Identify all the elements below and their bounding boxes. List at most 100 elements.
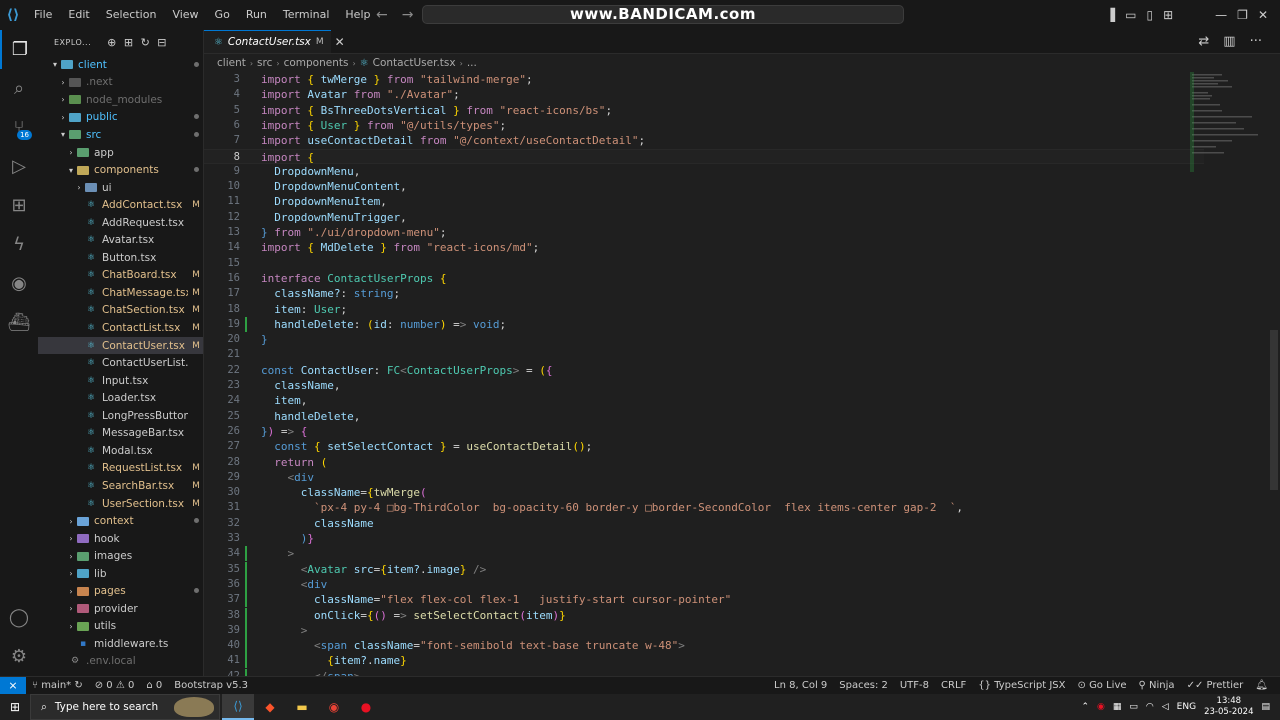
- code-line[interactable]: 27 const { setSelectContact } = useConta…: [204, 439, 1204, 454]
- vertical-scrollbar[interactable]: [1270, 330, 1278, 490]
- tree-file[interactable]: ⚛ Modal.tsx: [38, 442, 203, 460]
- menu-view[interactable]: View: [164, 0, 206, 30]
- code-line[interactable]: 26}) => {: [204, 424, 1204, 439]
- prettier-status[interactable]: ✓✓ Prettier: [1181, 680, 1250, 691]
- input-language[interactable]: ENG: [1177, 702, 1196, 712]
- explorer-icon[interactable]: ❐: [0, 30, 38, 69]
- tree-file[interactable]: ⚛ ContactList.tsx M: [38, 319, 203, 337]
- menu-terminal[interactable]: Terminal: [275, 0, 338, 30]
- tree-file[interactable]: ⚛ Avatar.tsx: [38, 232, 203, 250]
- ports-count[interactable]: ⌂ 0: [140, 680, 168, 691]
- run-debug-icon[interactable]: ▷: [0, 147, 38, 186]
- code-line[interactable]: 38 onClick={() => setSelectContact(item)…: [204, 607, 1204, 623]
- language-mode[interactable]: {} TypeScript JSX: [972, 680, 1071, 691]
- tree-file[interactable]: ▪ middleware.ts: [38, 635, 203, 653]
- open-changes-icon[interactable]: ⇄: [1198, 34, 1209, 49]
- breadcrumb-item[interactable]: client: [217, 57, 246, 69]
- chrome-taskbar-icon[interactable]: ◉: [318, 694, 350, 720]
- tree-folder[interactable]: ▾ src: [38, 126, 203, 144]
- tree-folder[interactable]: › ui: [38, 179, 203, 197]
- tree-file[interactable]: ⚛ UserSection.tsx M: [38, 495, 203, 513]
- tray-expand-icon[interactable]: ⌃: [1081, 702, 1089, 712]
- tree-folder[interactable]: ▾ client: [38, 56, 203, 74]
- menu-edit[interactable]: Edit: [60, 0, 97, 30]
- code-line[interactable]: 5 import { BsThreeDotsVertical } from "re…: [204, 103, 1204, 118]
- code-line[interactable]: 4 import Avatar from "./Avatar";: [204, 87, 1204, 102]
- tree-folder[interactable]: › node_modules: [38, 91, 203, 109]
- code-line[interactable]: 31 `px-4 py-4 □bg-ThirdColor bg-opacity-…: [204, 500, 1204, 515]
- more-actions-icon[interactable]: ···: [1250, 34, 1262, 49]
- minimize-icon[interactable]: —: [1215, 8, 1227, 22]
- code-line[interactable]: 39 >: [204, 622, 1204, 638]
- tree-file[interactable]: ⚛ AddContact.tsx M: [38, 196, 203, 214]
- back-arrow-icon[interactable]: ←: [376, 0, 388, 30]
- vscode-taskbar-icon[interactable]: ⟨⟩: [222, 694, 254, 720]
- code-line[interactable]: 29 <div: [204, 470, 1204, 485]
- tree-folder[interactable]: › app: [38, 144, 203, 162]
- volume-icon[interactable]: ◁: [1162, 702, 1169, 712]
- search-icon[interactable]: ⌕: [0, 69, 38, 108]
- code-line[interactable]: 32 className: [204, 516, 1204, 531]
- code-line[interactable]: 33 )}: [204, 531, 1204, 546]
- code-line[interactable]: 7 import useContactDetail from "@/context…: [204, 133, 1204, 148]
- tree-folder[interactable]: › images: [38, 547, 203, 565]
- file-encoding[interactable]: UTF-8: [894, 680, 935, 691]
- code-line[interactable]: 36 <div: [204, 576, 1204, 592]
- code-line[interactable]: 28 return (: [204, 455, 1204, 470]
- code-editor[interactable]: 3 import { twMerge } from "tailwind-merge…: [204, 72, 1204, 684]
- tree-folder[interactable]: › hook: [38, 530, 203, 548]
- code-line[interactable]: 25 handleDelete,: [204, 409, 1204, 424]
- problems-count[interactable]: ⊘ 0 ⚠ 0: [89, 680, 141, 691]
- breadcrumb-item[interactable]: src: [257, 57, 272, 69]
- tree-file[interactable]: ⚛ SearchBar.tsx M: [38, 477, 203, 495]
- customize-layout-icon[interactable]: ⊞: [1163, 8, 1173, 22]
- code-line[interactable]: 24 item,: [204, 393, 1204, 408]
- tab-contactuser[interactable]: ⚛ ContactUser.tsx M ✕: [204, 30, 345, 53]
- clock[interactable]: 13:48 23-05-2024: [1204, 696, 1253, 718]
- new-file-icon[interactable]: ⊕: [107, 36, 117, 49]
- bootstrap-status[interactable]: Bootstrap v5.3: [168, 680, 254, 691]
- tree-file[interactable]: ⚛ RequestList.tsx M: [38, 460, 203, 478]
- bandicam-taskbar-icon[interactable]: ●: [350, 694, 382, 720]
- tree-file[interactable]: ⚛ Button.tsx: [38, 249, 203, 267]
- source-control-icon[interactable]: ⑂ 16: [0, 108, 38, 147]
- tree-file[interactable]: ⚛ ContactUserList.tsx: [38, 354, 203, 372]
- go-live-button[interactable]: ⊙ Go Live: [1072, 680, 1133, 691]
- code-line[interactable]: 13} from "./ui/dropdown-menu";: [204, 225, 1204, 240]
- file-explorer-taskbar-icon[interactable]: ▬: [286, 694, 318, 720]
- tree-file[interactable]: ⚛ MessageBar.tsx: [38, 425, 203, 443]
- breadcrumb-item[interactable]: ContactUser.tsx: [373, 57, 456, 69]
- minimap[interactable]: [1190, 72, 1270, 172]
- breadcrumb-item[interactable]: components: [284, 57, 349, 69]
- wifi-icon[interactable]: ◠: [1146, 702, 1154, 712]
- git-graph-icon[interactable]: ◉: [0, 264, 38, 303]
- tree-file[interactable]: ⚛ ChatMessage.tsx M: [38, 284, 203, 302]
- forward-arrow-icon[interactable]: →: [402, 0, 414, 30]
- code-line[interactable]: 40 <span className="font-semibold text-b…: [204, 638, 1204, 654]
- collapse-all-icon[interactable]: ⊟: [157, 36, 167, 49]
- code-line[interactable]: 3 import { twMerge } from "tailwind-merge…: [204, 72, 1204, 87]
- code-line[interactable]: 15: [204, 256, 1204, 271]
- refresh-icon[interactable]: ↻: [141, 36, 151, 49]
- thunder-client-icon[interactable]: ϟ: [0, 225, 38, 264]
- menu-go[interactable]: Go: [207, 0, 238, 30]
- indentation[interactable]: Spaces: 2: [833, 680, 894, 691]
- tree-file[interactable]: ⚛ Loader.tsx: [38, 389, 203, 407]
- git-branch[interactable]: ⑂ main* ↻: [26, 680, 89, 691]
- remote-indicator-icon[interactable]: ⨯: [0, 676, 26, 695]
- tree-folder[interactable]: › lib: [38, 565, 203, 583]
- network-icon[interactable]: ▦: [1113, 702, 1122, 712]
- recording-icon[interactable]: ◉: [1097, 702, 1105, 712]
- settings-gear-icon[interactable]: ⚙: [0, 637, 38, 676]
- code-line[interactable]: 10 DropdownMenuContent,: [204, 179, 1204, 194]
- tree-folder[interactable]: › .next: [38, 74, 203, 92]
- tree-file[interactable]: ⚛ ChatSection.tsx M: [38, 302, 203, 320]
- menu-help[interactable]: Help: [337, 0, 378, 30]
- ninja-status[interactable]: ⚲ Ninja: [1133, 680, 1181, 691]
- brave-taskbar-icon[interactable]: ◆: [254, 694, 286, 720]
- code-line[interactable]: 22 const ContactUser: FC<ContactUserProps…: [204, 363, 1204, 378]
- code-line[interactable]: 34 >: [204, 546, 1204, 562]
- code-line[interactable]: 8 import {: [204, 148, 1204, 164]
- command-center[interactable]: www.BANDICAM.com: [422, 5, 904, 24]
- end-of-line[interactable]: CRLF: [935, 680, 972, 691]
